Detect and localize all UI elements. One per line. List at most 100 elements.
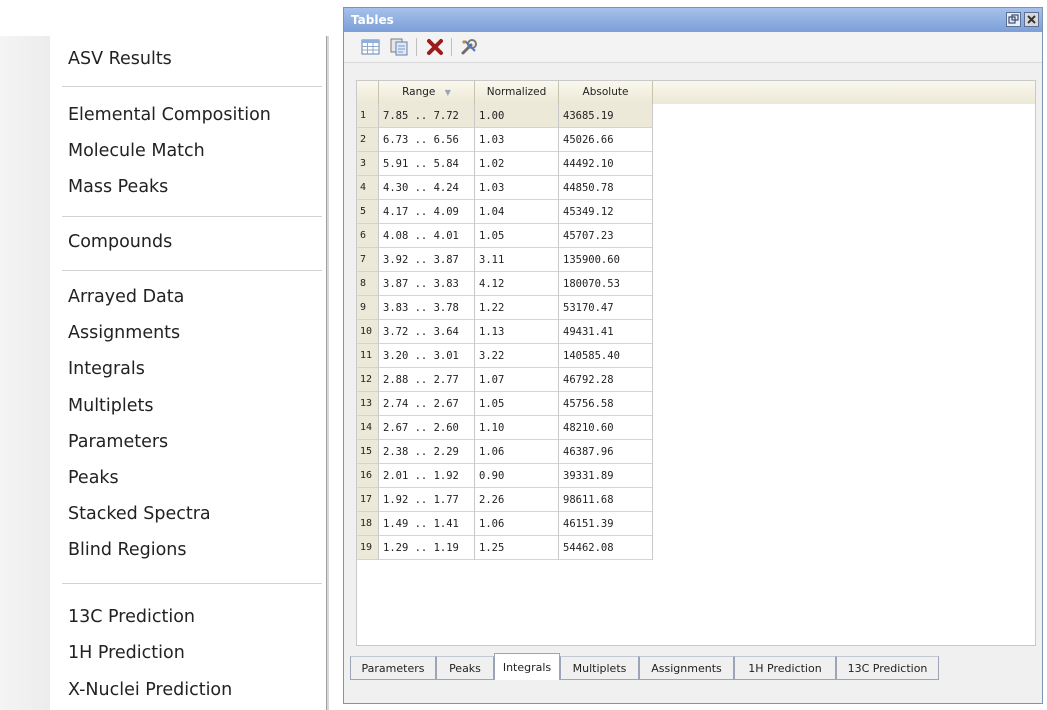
normalized-cell[interactable]: 1.03	[475, 128, 559, 152]
row-number-cell[interactable]: 11	[357, 344, 379, 368]
menu-item-assignments[interactable]: Assignments	[68, 318, 180, 348]
table-row[interactable]: 6 4.08 .. 4.01 1.05 45707.23	[357, 224, 653, 248]
absolute-cell[interactable]: 44492.10	[559, 152, 653, 176]
normalized-cell[interactable]: 1.03	[475, 176, 559, 200]
table-row[interactable]: 19 1.29 .. 1.19 1.25 54462.08	[357, 536, 653, 560]
menu-item-13c-prediction[interactable]: 13C Prediction	[68, 602, 195, 632]
absolute-cell[interactable]: 46792.28	[559, 368, 653, 392]
menu-item-elemental-composition[interactable]: Elemental Composition	[68, 100, 271, 130]
absolute-cell[interactable]: 45756.58	[559, 392, 653, 416]
menu-item-asv-results[interactable]: ASV Results	[68, 44, 172, 74]
table-row[interactable]: 17 1.92 .. 1.77 2.26 98611.68	[357, 488, 653, 512]
table-row[interactable]: 4 4.30 .. 4.24 1.03 44850.78	[357, 176, 653, 200]
normalized-cell[interactable]: 1.10	[475, 416, 559, 440]
delete-icon[interactable]	[424, 37, 446, 57]
range-cell[interactable]: 3.92 .. 3.87	[379, 248, 475, 272]
absolute-cell[interactable]: 46151.39	[559, 512, 653, 536]
absolute-cell[interactable]: 45026.66	[559, 128, 653, 152]
absolute-cell[interactable]: 135900.60	[559, 248, 653, 272]
row-number-cell[interactable]: 9	[357, 296, 379, 320]
range-cell[interactable]: 1.92 .. 1.77	[379, 488, 475, 512]
normalized-cell[interactable]: 3.11	[475, 248, 559, 272]
tab-1h-prediction[interactable]: 1H Prediction	[734, 656, 836, 680]
tab-multiplets[interactable]: Multiplets	[560, 656, 639, 680]
menu-item-x-nuclei-prediction[interactable]: X-Nuclei Prediction	[68, 675, 232, 705]
table-row[interactable]: 2 6.73 .. 6.56 1.03 45026.66	[357, 128, 653, 152]
panel-titlebar[interactable]: Tables	[344, 8, 1042, 32]
settings-wrench-icon[interactable]	[458, 37, 480, 57]
absolute-cell[interactable]: 49431.41	[559, 320, 653, 344]
column-header-range[interactable]: Range ▼	[379, 81, 475, 104]
row-number-cell[interactable]: 19	[357, 536, 379, 560]
range-cell[interactable]: 3.20 .. 3.01	[379, 344, 475, 368]
absolute-cell[interactable]: 43685.19	[559, 104, 653, 128]
row-number-cell[interactable]: 8	[357, 272, 379, 296]
table-row[interactable]: 18 1.49 .. 1.41 1.06 46151.39	[357, 512, 653, 536]
row-number-cell[interactable]: 7	[357, 248, 379, 272]
menu-item-1h-prediction[interactable]: 1H Prediction	[68, 638, 185, 668]
absolute-cell[interactable]: 140585.40	[559, 344, 653, 368]
range-cell[interactable]: 4.30 .. 4.24	[379, 176, 475, 200]
normalized-cell[interactable]: 1.07	[475, 368, 559, 392]
absolute-cell[interactable]: 45349.12	[559, 200, 653, 224]
tab-assignments[interactable]: Assignments	[639, 656, 734, 680]
normalized-cell[interactable]: 4.12	[475, 272, 559, 296]
range-cell[interactable]: 4.17 .. 4.09	[379, 200, 475, 224]
menu-item-stacked-spectra[interactable]: Stacked Spectra	[68, 499, 211, 529]
table-row[interactable]: 14 2.67 .. 2.60 1.10 48210.60	[357, 416, 653, 440]
range-cell[interactable]: 3.83 .. 3.78	[379, 296, 475, 320]
table-row[interactable]: 13 2.74 .. 2.67 1.05 45756.58	[357, 392, 653, 416]
table-row[interactable]: 12 2.88 .. 2.77 1.07 46792.28	[357, 368, 653, 392]
tab-parameters[interactable]: Parameters	[350, 656, 436, 680]
restore-window-icon[interactable]	[1006, 12, 1021, 27]
table-row[interactable]: 1 7.85 .. 7.72 1.00 43685.19	[357, 104, 653, 128]
range-cell[interactable]: 4.08 .. 4.01	[379, 224, 475, 248]
absolute-cell[interactable]: 44850.78	[559, 176, 653, 200]
table-row[interactable]: 5 4.17 .. 4.09 1.04 45349.12	[357, 200, 653, 224]
row-number-cell[interactable]: 4	[357, 176, 379, 200]
absolute-cell[interactable]: 45707.23	[559, 224, 653, 248]
normalized-cell[interactable]: 1.05	[475, 224, 559, 248]
normalized-cell[interactable]: 2.26	[475, 488, 559, 512]
table-view-icon[interactable]	[360, 37, 382, 57]
normalized-cell[interactable]: 1.04	[475, 200, 559, 224]
range-cell[interactable]: 2.38 .. 2.29	[379, 440, 475, 464]
absolute-cell[interactable]: 48210.60	[559, 416, 653, 440]
absolute-cell[interactable]: 54462.08	[559, 536, 653, 560]
range-cell[interactable]: 7.85 .. 7.72	[379, 104, 475, 128]
menu-item-multiplets[interactable]: Multiplets	[68, 391, 154, 421]
row-number-cell[interactable]: 12	[357, 368, 379, 392]
range-cell[interactable]: 2.74 .. 2.67	[379, 392, 475, 416]
normalized-cell[interactable]: 1.06	[475, 440, 559, 464]
table-row[interactable]: 8 3.87 .. 3.83 4.12 180070.53	[357, 272, 653, 296]
table-row[interactable]: 3 5.91 .. 5.84 1.02 44492.10	[357, 152, 653, 176]
row-number-cell[interactable]: 17	[357, 488, 379, 512]
menu-item-peaks[interactable]: Peaks	[68, 463, 119, 493]
range-cell[interactable]: 2.01 .. 1.92	[379, 464, 475, 488]
table-row[interactable]: 7 3.92 .. 3.87 3.11 135900.60	[357, 248, 653, 272]
table-row[interactable]: 11 3.20 .. 3.01 3.22 140585.40	[357, 344, 653, 368]
tab-peaks[interactable]: Peaks	[436, 656, 494, 680]
close-window-icon[interactable]	[1024, 12, 1039, 27]
table-row[interactable]: 9 3.83 .. 3.78 1.22 53170.47	[357, 296, 653, 320]
table-row[interactable]: 16 2.01 .. 1.92 0.90 39331.89	[357, 464, 653, 488]
row-number-cell[interactable]: 13	[357, 392, 379, 416]
menu-item-molecule-match[interactable]: Molecule Match	[68, 136, 205, 166]
absolute-cell[interactable]: 98611.68	[559, 488, 653, 512]
range-cell[interactable]: 3.72 .. 3.64	[379, 320, 475, 344]
table-row[interactable]: 15 2.38 .. 2.29 1.06 46387.96	[357, 440, 653, 464]
table-row[interactable]: 10 3.72 .. 3.64 1.13 49431.41	[357, 320, 653, 344]
row-number-cell[interactable]: 2	[357, 128, 379, 152]
normalized-cell[interactable]: 1.25	[475, 536, 559, 560]
menu-item-mass-peaks[interactable]: Mass Peaks	[68, 172, 168, 202]
range-cell[interactable]: 1.49 .. 1.41	[379, 512, 475, 536]
row-number-cell[interactable]: 14	[357, 416, 379, 440]
menu-item-compounds[interactable]: Compounds	[68, 227, 172, 257]
column-header-absolute[interactable]: Absolute	[559, 81, 653, 104]
normalized-cell[interactable]: 1.05	[475, 392, 559, 416]
menu-item-integrals[interactable]: Integrals	[68, 354, 145, 384]
row-number-cell[interactable]: 16	[357, 464, 379, 488]
normalized-cell[interactable]: 1.00	[475, 104, 559, 128]
menu-item-blind-regions[interactable]: Blind Regions	[68, 535, 187, 565]
row-number-cell[interactable]: 10	[357, 320, 379, 344]
